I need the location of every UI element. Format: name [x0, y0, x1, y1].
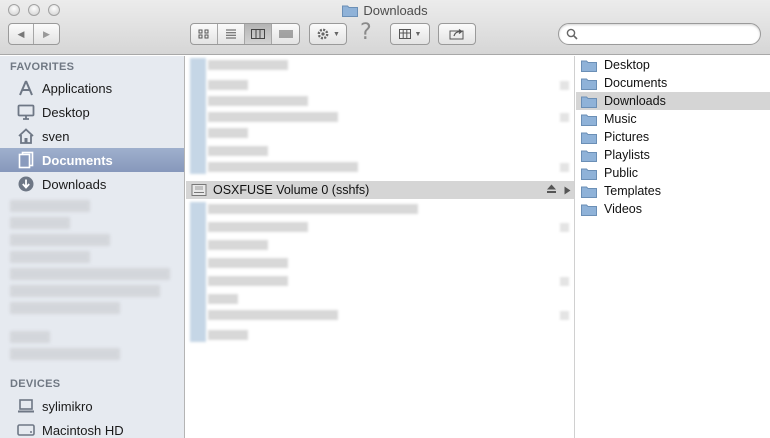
list-view-icon [226, 29, 236, 39]
sidebar-item-label: Applications [42, 80, 113, 96]
gear-icon [317, 28, 329, 40]
folder-icon [581, 130, 599, 144]
sidebar-item-label: Macintosh HD [42, 422, 124, 438]
folder-icon [581, 202, 599, 216]
folder-item-playlists[interactable]: Playlists [576, 146, 770, 164]
folder-item-documents[interactable]: Documents [576, 74, 770, 92]
folder-label: Public [604, 166, 639, 180]
folder-label: Playlists [604, 148, 650, 162]
help-icon[interactable]: ? [360, 20, 372, 45]
search-icon [566, 28, 578, 43]
sidebar-item-label: Desktop [42, 104, 90, 120]
chevron-down-icon: ▼ [414, 30, 422, 38]
laptop-icon [17, 397, 35, 415]
sidebar-item-downloads[interactable]: Downloads [0, 172, 184, 196]
window-title: Downloads [0, 3, 770, 20]
disclosure-arrow-icon [564, 184, 571, 198]
folder-item-public[interactable]: Public [576, 164, 770, 182]
action-menu-button[interactable]: ▼ [309, 23, 347, 45]
volume-row-osxfuse[interactable]: OSXFUSE Volume 0 (sshfs) [186, 181, 574, 199]
chevron-down-icon: ▼ [333, 30, 340, 38]
sidebar-item-sylimikro[interactable]: sylimikro [0, 394, 184, 418]
harddisk-icon [17, 421, 35, 438]
folder-icon [342, 4, 359, 20]
folder-label: Videos [604, 202, 642, 216]
applications-icon [17, 79, 35, 97]
eject-icon[interactable] [546, 183, 557, 197]
share-button[interactable] [438, 23, 476, 45]
column-view-icon [251, 29, 265, 39]
window-title-text: Downloads [363, 3, 428, 18]
list-view-button[interactable] [218, 24, 245, 44]
back-arrow-icon: ◀ [17, 28, 25, 39]
folder-item-desktop[interactable]: Desktop [576, 56, 770, 74]
forward-button[interactable]: ▶ [34, 24, 59, 44]
devices-header: DEVICES [10, 378, 61, 390]
folder-item-music[interactable]: Music [576, 110, 770, 128]
window-toolbar: Downloads ◀ ▶ ▼ ? ▼ [0, 0, 770, 55]
folder-icon [581, 112, 599, 126]
sidebar-item-applications[interactable]: Applications [0, 76, 184, 100]
folder-icon [581, 94, 599, 108]
folder-item-templates[interactable]: Templates [576, 182, 770, 200]
sidebar-item-home[interactable]: sven [0, 124, 184, 148]
folder-icon [581, 76, 599, 90]
share-icon [449, 28, 464, 40]
folder-icon [581, 148, 599, 162]
volume-name: OSXFUSE Volume 0 (sshfs) [213, 183, 370, 197]
cover-flow-icon [279, 30, 292, 38]
folder-item-videos[interactable]: Videos [576, 200, 770, 218]
sidebar-item-desktop[interactable]: Desktop [0, 100, 184, 124]
folder-label: Music [604, 112, 637, 126]
network-volume-icon [191, 183, 207, 197]
sidebar-item-label: sylimikro [42, 398, 93, 414]
view-mode-control [190, 23, 300, 45]
finder-column-volumes: OSXFUSE Volume 0 (sshfs) [186, 56, 575, 438]
sidebar-item-label: sven [42, 128, 70, 144]
folder-icon [581, 166, 599, 180]
folder-label: Desktop [604, 58, 650, 72]
folder-label: Templates [604, 184, 661, 198]
folder-item-downloads[interactable]: Downloads [576, 92, 770, 110]
sidebar-item-macintosh-hd[interactable]: Macintosh HD [0, 418, 184, 438]
folder-item-pictures[interactable]: Pictures [576, 128, 770, 146]
column-view-button[interactable] [245, 24, 272, 44]
folder-icon [581, 184, 599, 198]
arrange-icon [398, 29, 411, 39]
desktop-icon [17, 103, 35, 121]
sidebar-item-label: Documents [42, 152, 113, 168]
icon-view-button[interactable] [191, 24, 218, 44]
back-button[interactable]: ◀ [9, 24, 34, 44]
sidebar-item-documents[interactable]: Documents [0, 148, 184, 172]
documents-icon [17, 151, 35, 169]
icon-view-icon [198, 29, 209, 39]
sidebar-item-label: Downloads [42, 176, 107, 192]
forward-arrow-icon: ▶ [43, 28, 50, 39]
downloads-icon [17, 175, 35, 193]
folder-icon [581, 58, 599, 72]
arrange-menu-button[interactable]: ▼ [390, 23, 430, 45]
home-icon [17, 127, 35, 145]
folder-label: Downloads [604, 94, 666, 108]
folder-label: Documents [604, 76, 668, 90]
folder-label: Pictures [604, 130, 650, 144]
cover-flow-button[interactable] [272, 24, 299, 44]
search-field[interactable] [558, 23, 761, 45]
history-navigation: ◀ ▶ [8, 23, 60, 45]
search-input[interactable] [581, 26, 751, 42]
favorites-header: FAVORITES [10, 61, 75, 73]
sidebar: FAVORITES Applications Desktop sven Docu… [0, 56, 185, 438]
finder-column-folders: Desktop Documents Downloads Music Pictur… [576, 56, 770, 438]
